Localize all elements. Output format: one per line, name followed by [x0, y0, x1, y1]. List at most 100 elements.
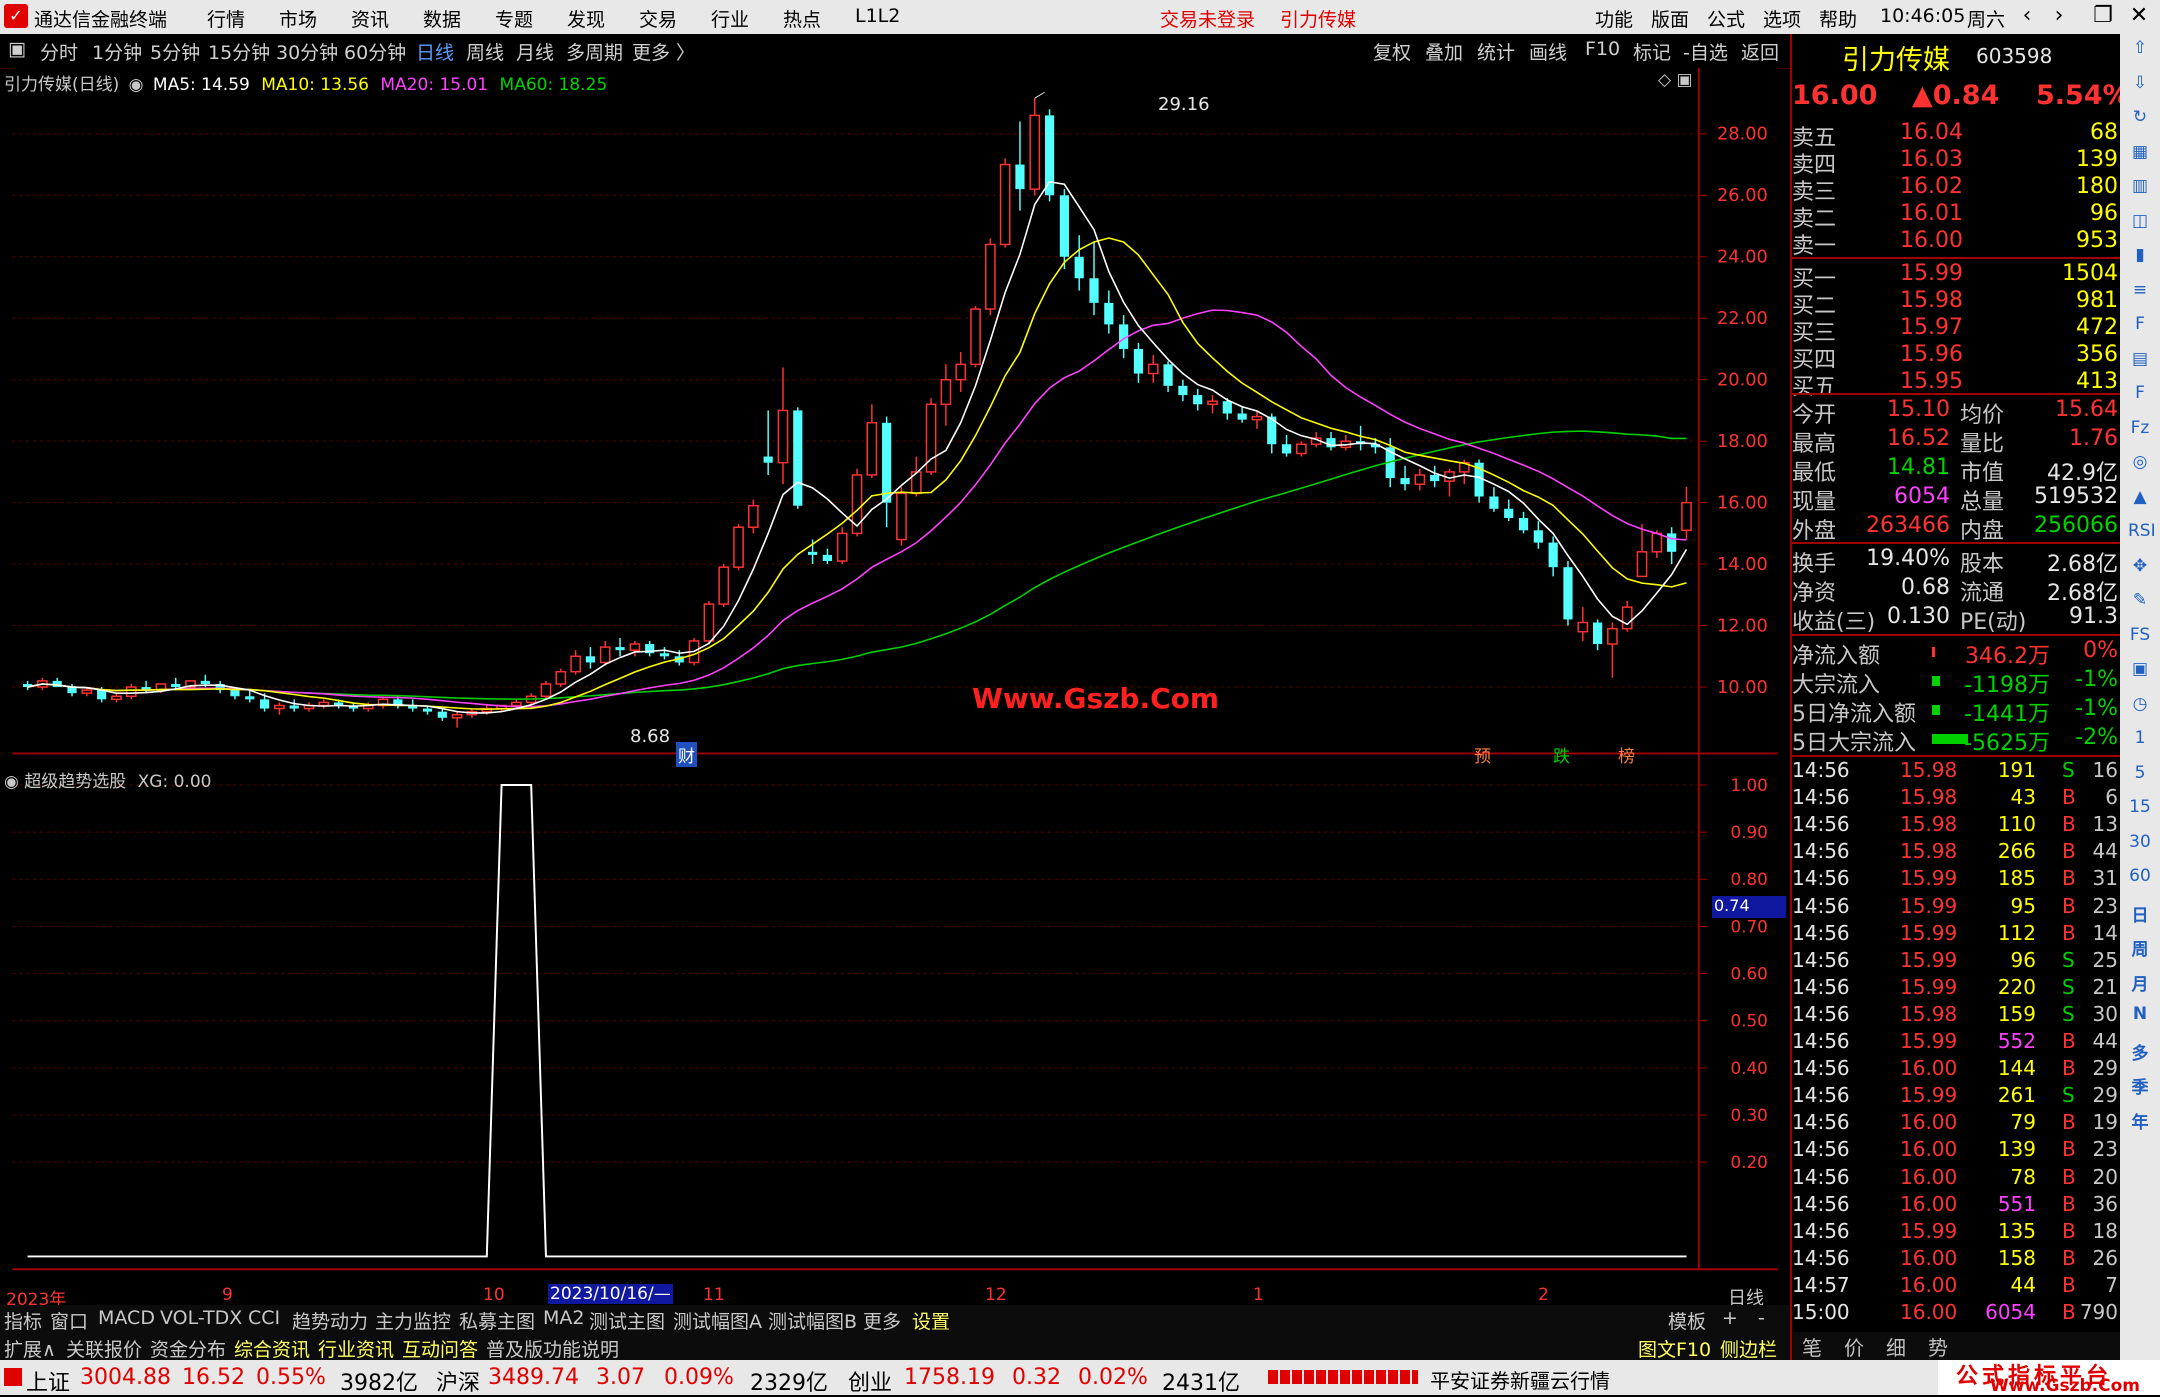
tab-general-news[interactable]: 综合资讯 — [234, 1335, 310, 1362]
menu-item-hot[interactable]: 热点 — [783, 5, 821, 32]
period-tab-active[interactable]: 日线 — [416, 38, 454, 65]
tab-trend[interactable]: 势 — [1928, 1332, 1948, 1361]
tab-f10-graphic[interactable]: 图文F10 — [1638, 1335, 1711, 1362]
tab-test-sub-a[interactable]: 测试幅图A — [673, 1307, 762, 1334]
period-tab[interactable]: 60分钟 — [344, 38, 406, 65]
indicator-settings-icon[interactable]: ◉ — [4, 772, 19, 792]
period-27-icon[interactable]: 月 — [2128, 970, 2152, 995]
restore-icon[interactable]: ❐ — [2088, 3, 2118, 31]
menu-item-data[interactable]: 数据 — [423, 5, 461, 32]
restore-rights-button[interactable]: 复权 — [1373, 38, 1411, 65]
tab-remove[interactable]: - — [1758, 1307, 1765, 1329]
period-31-icon[interactable]: 年 — [2128, 1108, 2152, 1133]
period-26-icon[interactable]: 周 — [2128, 935, 2152, 960]
win-icon[interactable]: ▣ — [2128, 659, 2152, 683]
period-tab[interactable]: 月线 — [516, 38, 554, 65]
forward-icon[interactable]: › — [2044, 3, 2074, 31]
chart-settings-icon[interactable]: ◉ — [129, 75, 144, 95]
period-tab[interactable]: 分时 — [40, 38, 78, 65]
sz-index-name[interactable]: 沪深 — [436, 1365, 480, 1397]
tab-qa[interactable]: 互动问答 — [402, 1335, 478, 1362]
grid2-icon[interactable]: ▥ — [2128, 176, 2152, 200]
close-icon[interactable]: ✕ — [2124, 3, 2154, 31]
menu-item-help[interactable]: 帮助 — [1819, 5, 1857, 32]
menu-item-news[interactable]: 资讯 — [351, 5, 389, 32]
period-tab-more[interactable]: 更多 〉 — [632, 38, 695, 65]
bid-row[interactable]: 买四 15.96 356 — [1792, 342, 2122, 373]
tab-macd[interactable]: MACD — [98, 1307, 155, 1329]
30-icon[interactable]: 30 — [2128, 832, 2152, 856]
15-icon[interactable]: 15 — [2128, 797, 2152, 821]
menu-item-l1l2[interactable]: L1L2 — [855, 5, 900, 27]
period-tab[interactable]: 15分钟 — [208, 38, 270, 65]
move-icon[interactable]: ✥ — [2128, 556, 2152, 580]
1-icon[interactable]: 1 — [2128, 728, 2152, 752]
table-icon[interactable]: ▤ — [2128, 349, 2152, 373]
tab-industry-news[interactable]: 行业资讯 — [318, 1335, 394, 1362]
period-tab[interactable]: 5分钟 — [150, 38, 200, 65]
bid-row[interactable]: 买二 15.98 981 — [1792, 288, 2122, 319]
clock-icon[interactable]: ◷ — [2128, 694, 2152, 718]
tab-cci[interactable]: CCI — [248, 1307, 280, 1329]
mark-button[interactable]: 标记 — [1633, 38, 1671, 65]
tab-template[interactable]: 模板 — [1668, 1307, 1706, 1334]
chart-expand-icon[interactable]: ◇ ▣ — [1658, 70, 1693, 90]
tab-test-sub-b[interactable]: 测试幅图B — [768, 1307, 857, 1334]
draw-line-button[interactable]: 画线 — [1529, 38, 1567, 65]
5-icon[interactable]: 5 — [2128, 763, 2152, 787]
tab-expand[interactable]: 扩展∧ — [4, 1335, 56, 1362]
menu-item-options[interactable]: 选项 — [1763, 5, 1801, 32]
period-tab[interactable]: 周线 — [466, 38, 504, 65]
menu-item-discover[interactable]: 发现 — [567, 5, 605, 32]
period-29-icon[interactable]: 多 — [2128, 1039, 2152, 1064]
menu-item-topics[interactable]: 专题 — [495, 5, 533, 32]
tab-price[interactable]: 价 — [1844, 1332, 1864, 1361]
menu-item-trade[interactable]: 交易 — [639, 5, 677, 32]
refresh-icon[interactable]: ↻ — [2128, 107, 2152, 131]
ring-icon[interactable]: ◎ — [2128, 452, 2152, 476]
sh-index-name[interactable]: 上证 — [26, 1365, 70, 1397]
list-icon[interactable]: ≡ — [2128, 280, 2152, 304]
tab-ticks[interactable]: 笔 — [1802, 1332, 1822, 1361]
return-button[interactable]: 返回 — [1741, 38, 1779, 65]
chart-icon[interactable]: ▲ — [2128, 487, 2152, 511]
menu-item-market[interactable]: 市场 — [279, 5, 317, 32]
period-25-icon[interactable]: 日 — [2128, 901, 2152, 926]
overlay-button[interactable]: 叠加 — [1425, 38, 1463, 65]
tab-related-quotes[interactable]: 关联报价 — [66, 1335, 142, 1362]
period-tab[interactable]: 1分钟 — [92, 38, 142, 65]
period-tab[interactable]: 多周期 — [566, 38, 623, 65]
grid-icon[interactable]: ▦ — [2128, 142, 2152, 166]
60-icon[interactable]: 60 — [2128, 866, 2152, 890]
marker-finance[interactable]: 财 — [676, 742, 697, 767]
menu-item-formula[interactable]: 公式 — [1707, 5, 1745, 32]
f-icon[interactable]: F — [2128, 383, 2152, 407]
tab-main-force[interactable]: 主力监控 — [375, 1307, 451, 1334]
toggle-panel-icon[interactable]: ▣ — [8, 38, 26, 60]
period-30-icon[interactable]: 季 — [2128, 1073, 2152, 1098]
tab-test-main[interactable]: 测试主图 — [589, 1307, 665, 1334]
tab-settings[interactable]: 设置 — [912, 1307, 950, 1334]
menu-item-function[interactable]: 功能 — [1595, 5, 1633, 32]
marker-limit-down[interactable]: 跌 — [1553, 742, 1570, 767]
menu-item-industry[interactable]: 行业 — [711, 5, 749, 32]
bid-row[interactable]: 买一 15.99 1504 — [1792, 261, 2122, 292]
tab-detail[interactable]: 细 — [1886, 1332, 1906, 1361]
line-chart-icon[interactable]: ◫ — [2128, 211, 2152, 235]
fz-icon[interactable]: Fz — [2128, 418, 2152, 442]
remove-watchlist-button[interactable]: -自选 — [1683, 38, 1728, 65]
candle-icon[interactable]: ▮ — [2128, 245, 2152, 269]
bid-row[interactable]: 买三 15.97 472 — [1792, 315, 2122, 346]
tab-fund-distribution[interactable]: 资金分布 — [150, 1335, 226, 1362]
f10-button[interactable]: F10 — [1585, 38, 1620, 60]
ask-row[interactable]: 卖五 16.04 68 — [1792, 120, 2122, 151]
arrow-down-icon[interactable]: ⇩ — [2128, 73, 2152, 97]
statistics-button[interactable]: 统计 — [1477, 38, 1515, 65]
tab-trend-power[interactable]: 趋势动力 — [292, 1307, 368, 1334]
menu-item-layout[interactable]: 版面 — [1651, 5, 1689, 32]
fs-icon[interactable]: FS — [2128, 625, 2152, 649]
tab-private-main[interactable]: 私募主图 — [459, 1307, 535, 1334]
tab-ma2[interactable]: MA2 — [543, 1307, 584, 1329]
period-28-icon[interactable]: N — [2128, 1004, 2152, 1028]
tab-indicator[interactable]: 指标 — [4, 1307, 42, 1334]
